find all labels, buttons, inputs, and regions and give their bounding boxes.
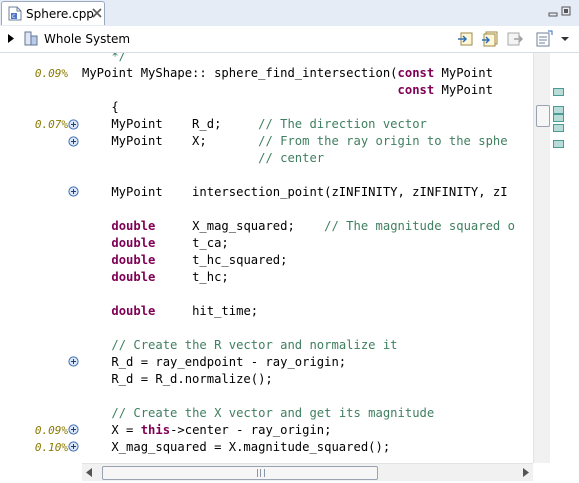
tab-sphere-cpp[interactable]: c Sphere.cpp xyxy=(1,1,105,25)
code-line: // Create the X vector and get its magni… xyxy=(111,406,435,420)
code-line: R_d = ray_endpoint - ray_origin; xyxy=(82,355,347,369)
close-icon[interactable] xyxy=(91,7,103,19)
code-line: MyPoint intersection_point(zINFINITY, zI… xyxy=(82,185,508,199)
overview-marker[interactable] xyxy=(553,114,564,122)
import-all-icon[interactable] xyxy=(481,30,499,48)
code-line: // center xyxy=(258,151,325,165)
view-menu-icon[interactable] xyxy=(559,30,571,48)
code-line: double t_ca; xyxy=(111,236,229,250)
code-line: MyPoint X; // From the ray origin to the… xyxy=(82,134,508,148)
code-line: double hit_time; xyxy=(111,304,259,318)
code-line: R_d = R_d.normalize(); xyxy=(82,372,273,386)
code-line: MyPoint R_d; // The direction vector xyxy=(82,117,427,131)
coverage-ruler: 0.09% 0.07% 0.09% 0.10% xyxy=(0,53,82,463)
system-scope-icon xyxy=(24,31,38,46)
overview-marker[interactable] xyxy=(553,106,564,114)
overview-marker[interactable] xyxy=(553,88,564,96)
import-icon[interactable] xyxy=(457,30,475,48)
code-line: */ xyxy=(82,53,127,63)
code-line: const MyPoint xyxy=(397,83,493,97)
coverage-percentage: 0.10% xyxy=(34,441,68,454)
expand-plus-icon[interactable] xyxy=(68,441,79,452)
window-controls-icon[interactable] xyxy=(547,5,573,19)
expand-plus-icon[interactable] xyxy=(68,136,79,147)
overview-marker[interactable] xyxy=(553,124,564,132)
view-toolbar: Whole System xyxy=(0,26,579,53)
overview-ruler xyxy=(550,53,566,463)
grip-icon xyxy=(257,469,265,477)
export-icon[interactable] xyxy=(505,30,523,48)
vertical-scrollbar[interactable] xyxy=(533,53,551,463)
overview-marker[interactable] xyxy=(553,140,564,148)
code-line: // Create the R vector and normalize it xyxy=(111,338,398,352)
horizontal-scroll-thumb[interactable] xyxy=(102,466,378,480)
code-line: double X_mag_squared; // The magnitude s… xyxy=(111,219,515,233)
editor-area: 0.09% 0.07% 0.09% 0.10% */ MyPoint MySha… xyxy=(0,53,579,483)
cpp-file-icon: c xyxy=(8,6,22,21)
editor-tab-bar: c Sphere.cpp xyxy=(0,0,579,27)
code-line: double t_hc; xyxy=(111,270,229,284)
horizontal-scrollbar[interactable] xyxy=(82,463,533,481)
coverage-percentage: 0.09% xyxy=(34,424,68,437)
code-line: { xyxy=(82,100,119,114)
code-text[interactable]: */ MyPoint MyShape:: sphere_find_interse… xyxy=(82,53,533,463)
scroll-right-icon[interactable] xyxy=(523,468,529,477)
coverage-percentage: 0.07% xyxy=(34,118,68,131)
vertical-scroll-thumb[interactable] xyxy=(536,105,550,127)
code-line: double t_hc_squared; xyxy=(111,253,288,267)
code-line: X = this->center - ray_origin; xyxy=(82,423,332,437)
expand-plus-icon[interactable] xyxy=(68,424,79,435)
svg-text:c: c xyxy=(12,13,15,20)
scope-label: Whole System xyxy=(44,32,131,46)
code-line: X_mag_squared = X.magnitude_squared(); xyxy=(82,440,391,454)
scroll-left-icon[interactable] xyxy=(86,468,92,477)
expand-arrow-icon[interactable] xyxy=(8,34,14,43)
expand-plus-icon[interactable] xyxy=(68,356,79,367)
tab-label: Sphere.cpp xyxy=(26,7,94,21)
code-line: MyPoint MyShape:: sphere_find_intersecti… xyxy=(82,66,493,80)
expand-plus-icon[interactable] xyxy=(68,186,79,197)
expand-plus-icon[interactable] xyxy=(68,119,79,130)
coverage-percentage: 0.09% xyxy=(34,67,68,80)
collapse-all-icon[interactable] xyxy=(535,30,553,48)
